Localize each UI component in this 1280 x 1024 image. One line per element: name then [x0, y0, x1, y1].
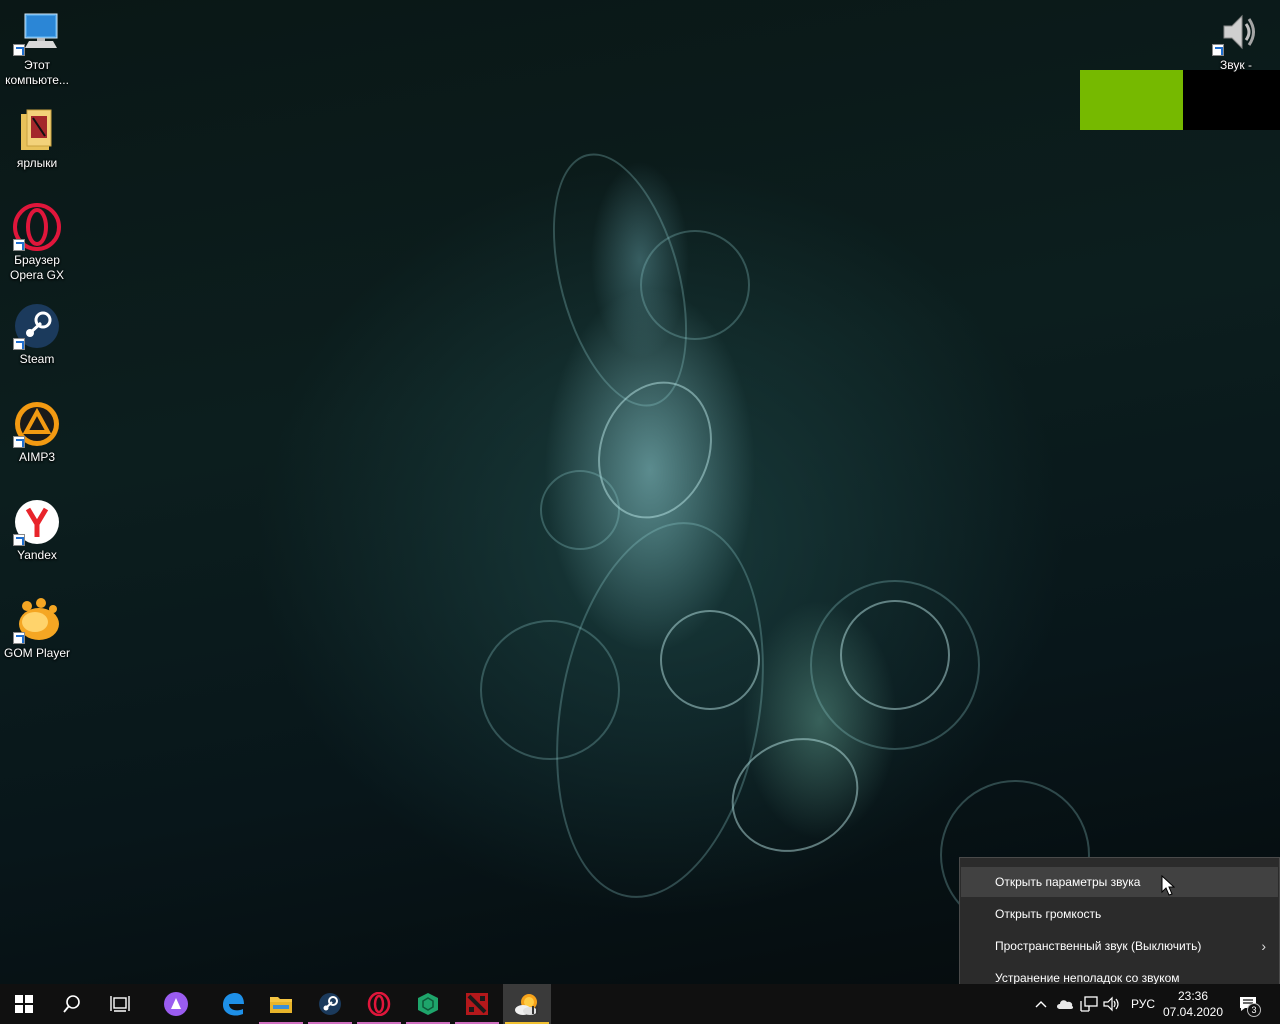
this-pc-icon	[13, 8, 61, 56]
alice-icon	[164, 992, 188, 1016]
onedrive-icon	[1057, 1000, 1074, 1009]
windows-logo-icon	[15, 995, 33, 1013]
taskbar-app-file-explorer[interactable]	[257, 984, 305, 1024]
desktop-icon-label: ярлыки	[16, 156, 58, 170]
onedrive-tray-button[interactable]	[1054, 984, 1076, 1024]
aimp-icon	[13, 400, 61, 448]
chevron-up-icon	[1035, 1001, 1047, 1008]
show-hidden-icons-button[interactable]	[1031, 984, 1051, 1024]
volume-icon	[1103, 996, 1119, 1012]
search-button[interactable]	[48, 984, 96, 1024]
edge-icon	[223, 993, 244, 1016]
clock[interactable]: 23:36 07.04.2020	[1160, 984, 1226, 1024]
clock-time: 23:36	[1177, 989, 1209, 1003]
folder-icon	[13, 106, 61, 154]
desktop-icon-label: Браузер Opera GX	[9, 253, 65, 282]
steam-icon	[319, 993, 341, 1015]
sun-cloud-icon	[515, 994, 538, 1015]
action-center-button[interactable]	[1232, 984, 1264, 1024]
search-icon	[63, 995, 80, 1013]
desktop-icon-label: Steam	[19, 352, 55, 366]
desktop-icon-gom-player[interactable]: GOM Player	[0, 596, 74, 661]
opera-gx-icon	[13, 203, 61, 251]
desktop-icon-sound[interactable]: Звук -	[1199, 8, 1273, 73]
steam-icon	[13, 302, 61, 350]
desktop-icon-opera-gx[interactable]: Браузер Opera GX	[0, 203, 74, 283]
desktop-icon-label: Звук -	[1220, 58, 1252, 72]
taskbar-app-dota-2[interactable]	[453, 984, 501, 1024]
task-view-button[interactable]	[96, 984, 144, 1024]
taskbar-app-weather[interactable]	[503, 984, 551, 1024]
network-icon	[1080, 996, 1098, 1012]
language-label: РУС	[1130, 997, 1156, 1011]
menu-item-open-sound-settings[interactable]: Открыть параметры звука	[961, 867, 1278, 897]
desktop-icon-steam[interactable]: Steam	[0, 302, 74, 367]
menu-item-label: Устранение неполадок со звуком	[995, 971, 1180, 985]
yandex-icon	[13, 498, 61, 546]
gom-player-icon	[13, 596, 61, 644]
clock-date: 07.04.2020	[1162, 1005, 1224, 1019]
network-tray-button[interactable]	[1078, 984, 1100, 1024]
desktop-icon-label: Yandex	[17, 548, 57, 562]
menu-item-label: Открыть параметры звука	[995, 875, 1141, 889]
notification-count-badge: 3	[1247, 1003, 1261, 1017]
desktop-icon-label: GOM Player	[3, 646, 70, 660]
menu-item-spatial-sound[interactable]: Пространственный звук (Выключить) ›	[961, 931, 1278, 961]
dota-icon	[466, 993, 488, 1015]
desktop-icon-label: Этот компьюте...	[5, 58, 69, 87]
language-indicator[interactable]: РУС	[1126, 984, 1160, 1024]
task-view-icon	[110, 996, 130, 1012]
taskbar-app-steam[interactable]	[306, 984, 354, 1024]
chevron-right-icon: ›	[1261, 938, 1266, 954]
menu-item-label: Пространственный звук (Выключить)	[995, 939, 1202, 953]
opera-gx-icon	[367, 992, 391, 1016]
green-overlay-block	[1080, 70, 1183, 130]
taskbar: РУС 23:36 07.04.2020	[0, 984, 1280, 1024]
mouse-cursor-icon	[1161, 875, 1175, 896]
hexagon-icon	[418, 993, 438, 1015]
desktop-icon-this-pc[interactable]: Этот компьюте...	[0, 8, 74, 88]
volume-tray-button[interactable]	[1101, 984, 1123, 1024]
desktop-wallpaper	[0, 0, 1280, 984]
black-overlay-block	[1183, 70, 1280, 130]
taskbar-app-alice[interactable]	[152, 984, 200, 1024]
taskbar-app-razer-cortex[interactable]	[404, 984, 452, 1024]
speaker-icon	[1212, 8, 1260, 56]
desktop-icon-label: AIMP3	[18, 450, 55, 464]
desktop-icon-aimp3[interactable]: AIMP3	[0, 400, 74, 465]
sound-context-menu: Открыть параметры звука Открыть громкост…	[959, 857, 1280, 985]
taskbar-app-opera-gx[interactable]	[355, 984, 403, 1024]
desktop-icon-yandex[interactable]: Yandex	[0, 498, 74, 563]
menu-item-open-volume-mixer[interactable]: Открыть громкость	[961, 899, 1278, 929]
folder-icon	[270, 997, 292, 1013]
start-button[interactable]	[0, 984, 48, 1024]
desktop-icon-shortcuts-folder[interactable]: ярлыки	[0, 106, 74, 171]
taskbar-app-edge[interactable]	[209, 984, 257, 1024]
menu-item-label: Открыть громкость	[995, 907, 1102, 921]
